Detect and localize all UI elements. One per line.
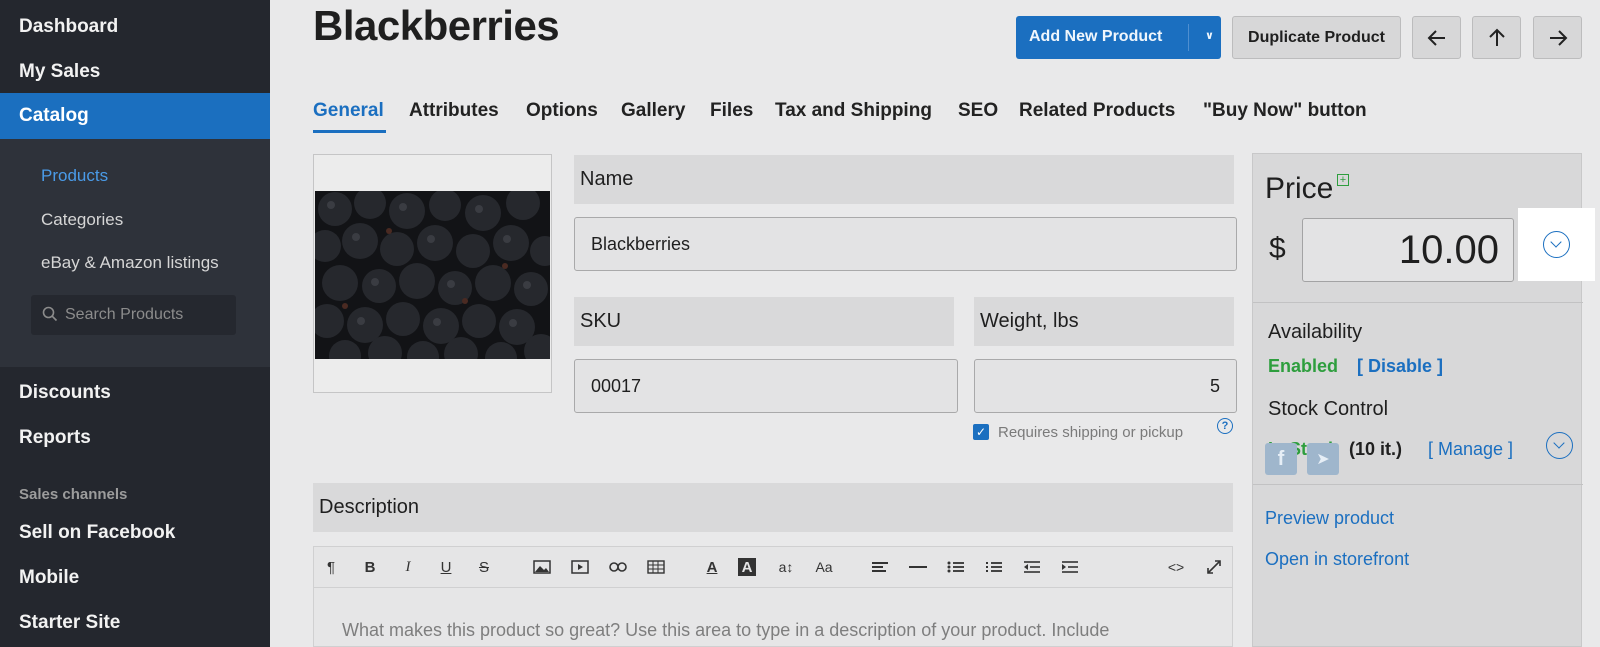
price-options-expand-icon[interactable] [1543,231,1570,258]
requires-shipping-label: Requires shipping or pickup [998,424,1184,441]
tab-related-products[interactable]: Related Products [1019,100,1175,122]
arrow-right-icon [1549,29,1567,46]
align-icon[interactable] [870,557,890,577]
sidebar-item-catalog[interactable]: Catalog [0,93,270,139]
sidebar-item-discounts[interactable]: Discounts [19,382,111,404]
tab-gallery[interactable]: Gallery [621,100,685,122]
help-icon[interactable]: ? [1217,418,1233,434]
description-label: Description [313,483,1233,532]
underline-icon[interactable]: U [436,557,456,577]
sidebar-item-sell-on-facebook[interactable]: Sell on Facebook [19,522,175,544]
manage-stock-link[interactable]: [ Manage ] [1428,439,1513,460]
disable-link[interactable]: [ Disable ] [1357,356,1443,377]
stock-control-label: Stock Control [1268,398,1389,420]
availability-label: Availability [1268,321,1363,343]
sidebar-item-label: Catalog [19,105,89,126]
up-to-list-button[interactable] [1472,16,1521,59]
tab-tax-and-shipping[interactable]: Tax and Shipping [775,100,932,122]
search-products-box[interactable] [31,295,236,335]
availability-status: Enabled [1268,356,1339,376]
sidebar-item-reports[interactable]: Reports [19,427,91,449]
tab-seo[interactable]: SEO [958,100,998,122]
price-options-highlight [1518,208,1595,281]
next-product-button[interactable] [1533,16,1582,59]
twitter-icon[interactable]: ➤ [1307,443,1339,475]
tab-attributes[interactable]: Attributes [409,100,499,122]
description-editor[interactable]: What makes this product so great? Use th… [313,588,1233,647]
video-icon[interactable] [570,557,590,577]
plus-icon[interactable]: + [1337,174,1349,186]
text-color-icon[interactable]: A [702,557,722,577]
submenu-item-products[interactable]: Products [41,166,108,186]
numbered-list-icon[interactable] [984,557,1004,577]
currency-symbol: $ [1269,232,1286,265]
duplicate-product-button[interactable]: Duplicate Product [1232,16,1401,59]
editor-toolbar: ¶ B I U S A A a↕ Aa <> [313,546,1233,588]
search-input[interactable] [65,303,230,327]
chevron-down-icon[interactable]: ∨ [1205,29,1214,42]
name-input[interactable] [574,217,1237,271]
line-height-icon[interactable]: a↕ [776,557,796,577]
add-new-product-button[interactable]: Add New Product ∨ [1016,16,1221,59]
price-title: Price [1265,172,1334,205]
stock-expand-icon[interactable] [1546,432,1573,459]
submenu-item-ebay-amazon[interactable]: eBay & Amazon listings [41,253,219,273]
arrow-up-icon [1488,28,1505,46]
add-new-product-label: Add New Product [1029,28,1163,45]
catalog-submenu: Products Categories eBay & Amazon listin… [0,139,270,367]
divider [1253,484,1583,485]
product-image [315,191,550,359]
sku-label: SKU [574,297,954,346]
description-placeholder: What makes this product so great? Use th… [342,620,1110,640]
product-image-box[interactable] [313,154,552,393]
sidebar-item-starter-site[interactable]: Starter Site [19,612,120,634]
arrow-left-icon [1427,29,1445,46]
button-separator [1188,24,1189,51]
italic-icon[interactable]: I [398,557,418,577]
sales-channels-heading: Sales channels [19,486,128,503]
active-tab-indicator [313,130,386,133]
search-icon [42,306,58,322]
weight-input[interactable] [974,359,1237,413]
background-color-icon[interactable]: A [738,558,756,576]
previous-product-button[interactable] [1412,16,1461,59]
strikethrough-icon[interactable]: S [474,557,494,577]
font-size-icon[interactable]: Aa [814,557,834,577]
tab-buy-now-button[interactable]: "Buy Now" button [1203,100,1367,122]
indent-icon[interactable] [1060,557,1080,577]
sidebar: Dashboard My Sales Catalog Products Cate… [0,0,270,647]
code-view-icon[interactable]: <> [1166,557,1186,577]
horizontal-rule-icon[interactable] [908,557,928,577]
paragraph-icon[interactable]: ¶ [321,557,341,577]
table-icon[interactable] [646,557,666,577]
outdent-icon[interactable] [1022,557,1042,577]
sku-input[interactable] [574,359,958,413]
tab-options[interactable]: Options [526,100,598,122]
stock-count: (10 it.) [1349,439,1403,459]
tab-files[interactable]: Files [710,100,753,122]
sidebar-item-my-sales[interactable]: My Sales [19,61,100,83]
divider [1253,302,1583,303]
image-icon[interactable] [532,557,552,577]
open-in-storefront-link[interactable]: Open in storefront [1265,549,1409,570]
page-title: Blackberries [313,2,560,49]
requires-shipping-checkbox[interactable]: ✓ [973,424,989,440]
tab-general[interactable]: General [313,100,384,122]
name-label: Name [574,155,1234,204]
price-input[interactable] [1302,218,1514,282]
weight-label: Weight, lbs [974,297,1234,346]
preview-product-link[interactable]: Preview product [1265,508,1394,529]
submenu-item-categories[interactable]: Categories [41,210,123,230]
fullscreen-icon[interactable] [1204,557,1224,577]
sidebar-item-mobile[interactable]: Mobile [19,567,79,589]
link-icon[interactable] [608,557,628,577]
sidebar-item-dashboard[interactable]: Dashboard [19,16,118,38]
bold-icon[interactable]: B [360,557,380,577]
bullet-list-icon[interactable] [946,557,966,577]
facebook-icon[interactable]: f [1265,443,1297,475]
